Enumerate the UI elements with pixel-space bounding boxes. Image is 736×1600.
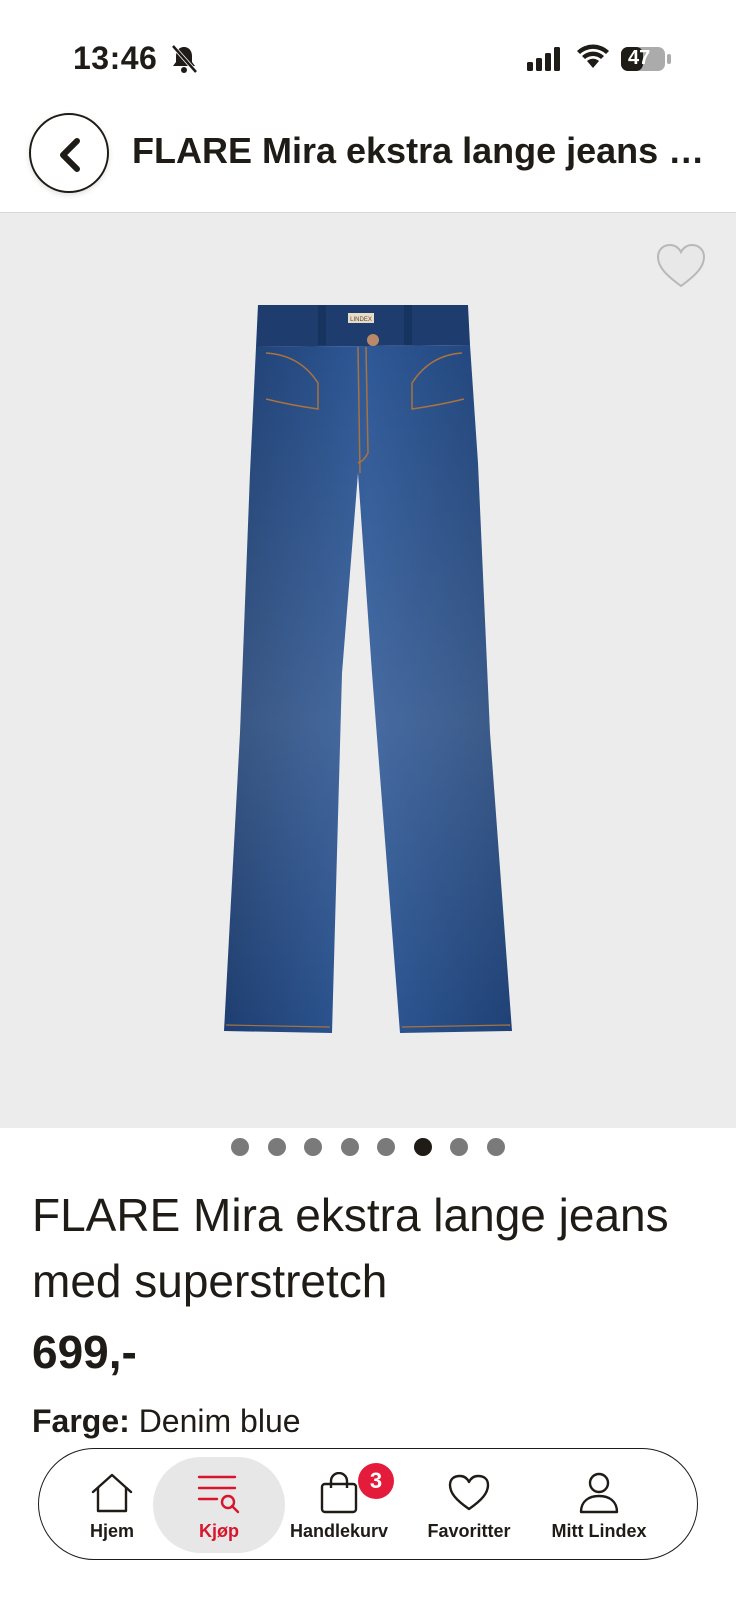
product-price: 699,- [32, 1326, 137, 1378]
carousel-dot[interactable] [340, 1138, 359, 1156]
product-name: FLARE Mira ekstra lange jeans med supers… [32, 1189, 669, 1307]
color-value: Denim blue [138, 1403, 301, 1439]
back-button[interactable] [29, 113, 109, 193]
tab-label: Favoritter [427, 1521, 511, 1541]
carousel-dot[interactable] [450, 1138, 469, 1156]
product-image[interactable]: LINDEX [0, 213, 736, 1128]
cart-bag-icon [320, 1472, 358, 1514]
carousel-dot[interactable] [231, 1138, 250, 1156]
tab-kjop[interactable]: Kjøp [153, 1457, 285, 1553]
carousel-dot[interactable] [304, 1138, 323, 1156]
carousel-dot[interactable] [267, 1138, 286, 1156]
status-time: 13:46 [73, 40, 158, 76]
battery-icon: 47 [620, 46, 671, 72]
home-icon [91, 1473, 133, 1513]
profile-icon [579, 1472, 619, 1514]
shop-search-icon [197, 1475, 240, 1514]
brand-label: LINDEX [350, 317, 372, 323]
page-title: FLARE Mira ekstra lange jeans med supers… [132, 130, 722, 171]
carousel-dot[interactable] [377, 1138, 396, 1156]
tab-label: Handlekurv [289, 1521, 389, 1541]
wifi-icon [577, 44, 609, 68]
tab-hjem[interactable]: Hjem [81, 1449, 143, 1559]
status-bar: 13:46 47 [0, 0, 736, 100]
color-label: Farge: [32, 1403, 130, 1439]
chevron-left-icon [60, 138, 80, 172]
tab-label: Hjem [89, 1521, 134, 1541]
carousel-dot[interactable] [486, 1138, 505, 1156]
heart-icon [448, 1474, 490, 1511]
battery-level: 47 [628, 47, 651, 69]
tab-label: Kjøp [199, 1521, 239, 1541]
page-header: FLARE Mira ekstra lange jeans med supers… [0, 100, 736, 213]
cell-signal-icon [527, 47, 560, 71]
tab-label: Mitt Lindex [551, 1521, 647, 1541]
jeans-photo: LINDEX [224, 305, 512, 1033]
bell-muted-icon [171, 44, 198, 74]
carousel-dots [0, 1138, 736, 1158]
tab-mitt-lindex[interactable]: Mitt Lindex [543, 1449, 655, 1559]
cart-count-badge: 3 [358, 1463, 394, 1499]
color-row: Farge: Denim blue [32, 1403, 301, 1440]
carousel-dot-active[interactable] [413, 1138, 432, 1156]
favorite-heart-icon[interactable] [656, 243, 706, 289]
tab-favoritter[interactable]: Favoritter [422, 1449, 516, 1559]
